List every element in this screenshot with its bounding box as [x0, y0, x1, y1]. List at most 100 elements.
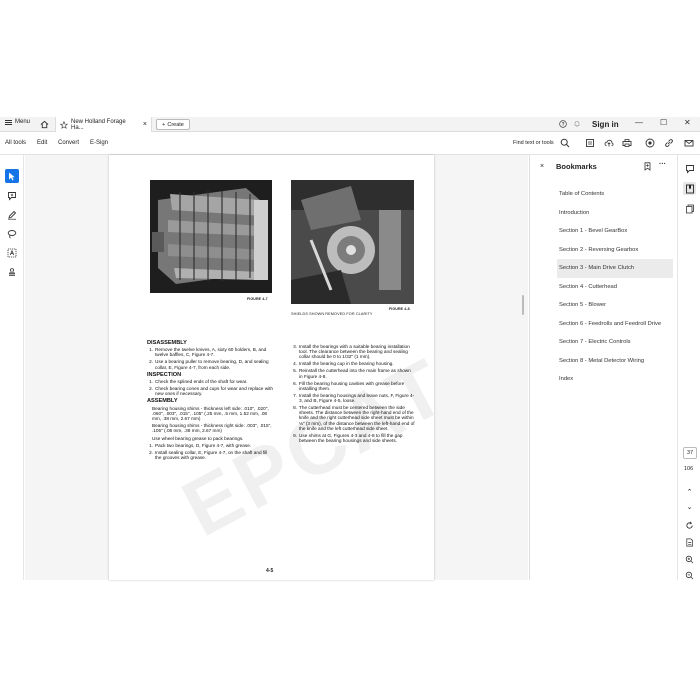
step-text: Install the bearing housings and leave n… — [299, 392, 415, 404]
chevron-down-icon: ⌄ — [686, 503, 693, 511]
more-options-icon[interactable]: ··· — [659, 161, 666, 168]
lasso-icon — [7, 230, 17, 239]
pages-pane-button[interactable] — [683, 202, 696, 215]
close-panel-icon[interactable]: × — [540, 163, 544, 170]
comments-pane-button[interactable] — [683, 162, 696, 175]
figure-4-8-note: SHIELDS SHOWN REMOVED FOR CLARITY — [291, 312, 373, 316]
minimize-icon[interactable]: — — [635, 118, 643, 127]
draw-tool[interactable] — [5, 208, 19, 222]
link-icon[interactable] — [664, 138, 674, 148]
step-item: 9. Use shims at G, Figures 4-3 and 4-8 to… — [291, 433, 415, 443]
step-item: 4. Install the bearing cup in the bearing… — [291, 361, 415, 366]
acrobat-window: Menu New Holland Forage Ha... × + Create… — [0, 117, 700, 580]
bookmark-item[interactable]: Section 3 - Main Drive Clutch — [557, 259, 673, 278]
step-text: Install sealing collar, E, Figure 4-7, o… — [155, 449, 268, 461]
menu-button[interactable]: Menu — [5, 119, 30, 125]
figure-4-7-caption: FIGURE 4-7 — [247, 297, 268, 301]
tab-close-icon[interactable]: × — [143, 121, 147, 128]
figure-4-8-photo — [291, 180, 414, 304]
sign-in-button[interactable]: Sign in — [592, 120, 619, 129]
scrollbar-thumb[interactable] — [522, 295, 524, 315]
all-tools-menu[interactable]: All tools — [5, 140, 26, 146]
vertical-scrollbar[interactable] — [519, 155, 527, 580]
total-pages-label: 106 — [684, 466, 694, 472]
title-bar: Menu New Holland Forage Ha... × + Create… — [0, 117, 700, 132]
bookmark-item[interactable]: Section 8 - Metal Detector Wiring — [557, 352, 673, 371]
step-text: Check bearing cones and cups for wear an… — [155, 386, 274, 397]
add-bookmark-icon[interactable] — [644, 162, 652, 171]
tab-title: New Holland Forage Ha... — [70, 118, 126, 131]
comment-tool[interactable] — [5, 189, 19, 203]
lasso-tool[interactable] — [5, 227, 19, 241]
previous-page-button[interactable]: ⌃ — [683, 485, 696, 498]
page-fit-icon — [686, 538, 694, 547]
page-fit-button[interactable] — [683, 536, 696, 549]
grease-note: Use wheel bearing grease to pack bearing… — [152, 435, 244, 441]
zoom-in-button[interactable] — [683, 553, 696, 566]
print-icon[interactable] — [622, 138, 632, 148]
help-icon[interactable] — [559, 120, 567, 128]
next-page-button[interactable]: ⌄ — [683, 500, 696, 513]
bookmark-item[interactable]: Index — [557, 370, 673, 389]
bookmarks-header: × Bookmarks ··· — [530, 155, 678, 177]
esign-menu[interactable]: E-Sign — [90, 140, 108, 146]
create-button[interactable]: + Create — [156, 119, 190, 130]
step-text: Remove the twelve knives, A, sixty 60 ho… — [155, 347, 267, 358]
bookmark-item[interactable]: Section 7 - Electric Controls — [557, 333, 673, 352]
maximize-icon[interactable]: ☐ — [660, 118, 667, 127]
zoom-out-icon — [685, 571, 694, 580]
left-text-column: DISASSEMBLY 1. Remove the twelve knives, … — [147, 338, 275, 462]
step-item: 1. Check the splined ends of the shaft fo… — [147, 379, 275, 384]
stamp-tool[interactable] — [5, 265, 19, 279]
plus-icon: + — [162, 121, 166, 128]
bookmarks-list: Table of Contents Introduction Section 1 -… — [557, 185, 673, 389]
ai-assistant-icon[interactable] — [645, 138, 655, 148]
upload-cloud-icon[interactable] — [604, 138, 614, 148]
bookmark-item[interactable]: Section 4 - Cutterhead — [557, 278, 673, 297]
close-window-icon[interactable]: ✕ — [684, 118, 691, 127]
star-icon[interactable] — [60, 120, 68, 129]
bookmark-item[interactable]: Section 5 - Blower — [557, 296, 673, 315]
document-view-icon[interactable] — [585, 138, 595, 148]
right-text-column: 3. Install the bearings with a suitable b… — [291, 344, 415, 445]
step-item: 1. Remove the twelve knives, A, sixty 60 … — [147, 347, 275, 357]
bookmark-item[interactable]: Introduction — [557, 204, 673, 223]
find-text-field[interactable]: Find text or tools — [513, 140, 554, 146]
email-icon[interactable] — [684, 138, 694, 148]
notification-bell-icon[interactable] — [573, 120, 581, 128]
step-item: 2. Install sealing collar, E, Figure 4-7,… — [147, 450, 275, 460]
bookmark-icon — [685, 184, 694, 193]
home-icon[interactable] — [40, 120, 49, 129]
convert-menu[interactable]: Convert — [58, 140, 79, 146]
figure-4-8-caption: FIGURE 4-8 — [389, 307, 410, 311]
stamp-icon — [9, 268, 15, 276]
bookmarks-title: Bookmarks — [556, 162, 597, 171]
text-box-icon — [7, 248, 17, 258]
bookmark-item[interactable]: Section 2 - Reversing Gearbox — [557, 241, 673, 260]
cutterhead-illustration — [150, 180, 272, 293]
select-tool[interactable] — [5, 169, 19, 183]
rotate-button[interactable] — [683, 519, 696, 532]
create-label: Create — [167, 121, 184, 128]
bookmark-item[interactable]: Table of Contents — [557, 185, 673, 204]
cursor-arrow-icon — [9, 172, 15, 180]
heading-disassembly: DISASSEMBLY — [147, 340, 187, 346]
text-recognition-tool[interactable] — [5, 246, 19, 260]
step-text: Use a bearing puller to remove bearing, … — [155, 359, 269, 370]
chevron-up-icon: ⌃ — [686, 488, 693, 496]
bookmarks-pane-button[interactable] — [683, 182, 696, 195]
menu-label: Menu — [15, 119, 31, 125]
search-icon[interactable] — [560, 138, 570, 148]
bookmark-item[interactable]: Section 1 - Bevel GearBox — [557, 222, 673, 241]
document-tab[interactable]: New Holland Forage Ha... × — [55, 117, 152, 132]
zoom-in-icon — [685, 555, 694, 564]
bookmark-item[interactable]: Section 6 - Feedrolls and Feedroll Drive — [557, 315, 673, 334]
bearing-housing-illustration — [291, 180, 414, 304]
zoom-out-button[interactable] — [683, 569, 696, 582]
step-item: 7. Install the bearing housings and leave… — [293, 392, 415, 404]
heading-inspection: INSPECTION — [147, 371, 182, 378]
edit-menu[interactable]: Edit — [37, 140, 47, 146]
main-toolbar: All tools Edit Convert E-Sign Find text … — [0, 133, 700, 155]
current-page-input[interactable]: 37 — [683, 447, 697, 459]
document-viewer[interactable]: FIGURE 4-7 FIGURE 4-8 SHIELDS SHOWN REMO… — [25, 155, 528, 580]
